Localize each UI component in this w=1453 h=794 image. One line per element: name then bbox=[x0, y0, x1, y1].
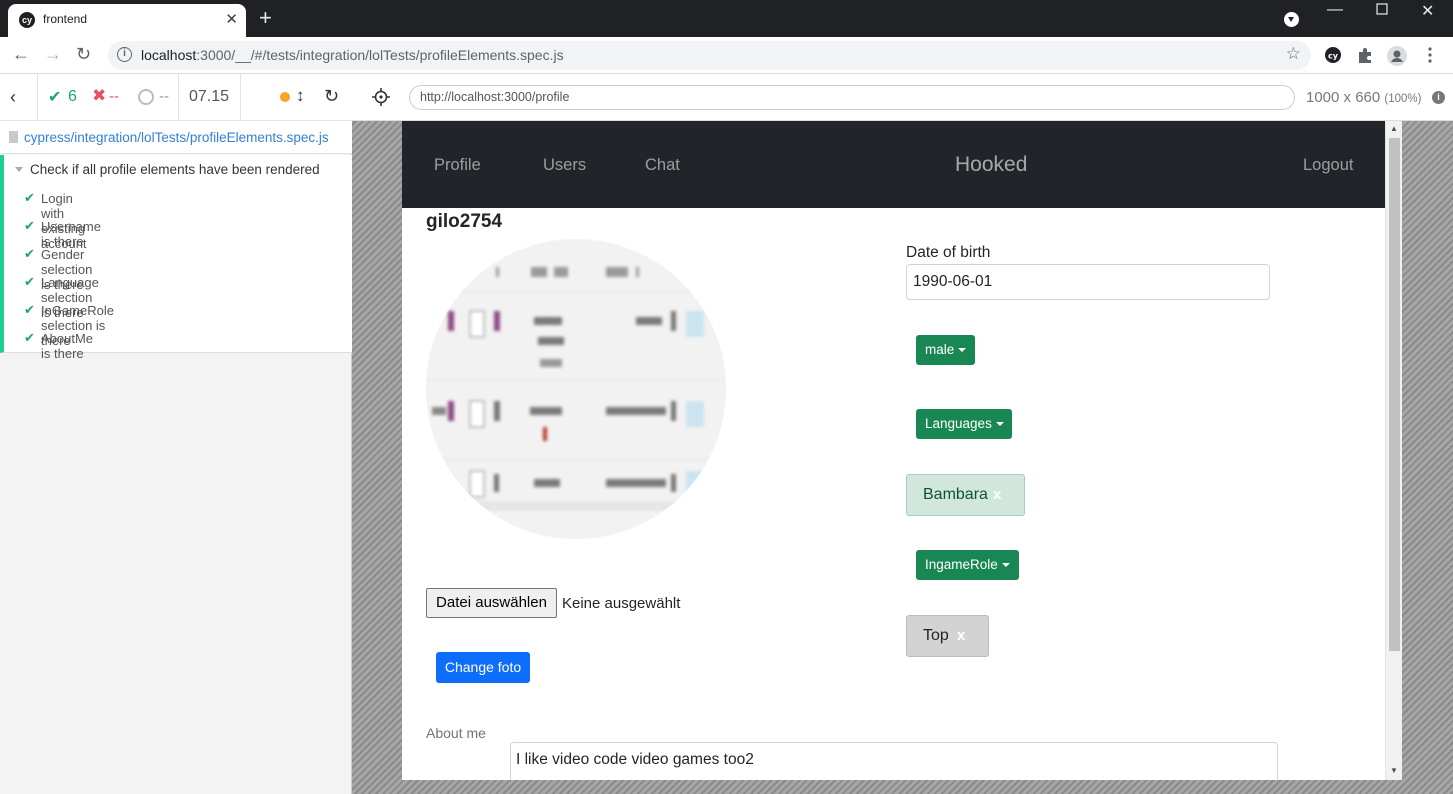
spec-path-bar: cypress/integration/lolTests/profileElem… bbox=[0, 121, 352, 154]
crosshair-icon[interactable] bbox=[372, 88, 390, 111]
check-icon: ✔ bbox=[24, 218, 35, 233]
test-label: AboutMe is there bbox=[41, 331, 94, 361]
passed-count: 6 bbox=[68, 88, 77, 105]
header-divider bbox=[178, 74, 179, 121]
cypress-favicon-icon: cy bbox=[19, 12, 35, 28]
viewport-dimensions: 1000 x 660 bbox=[1306, 89, 1381, 106]
maximize-icon[interactable] bbox=[1376, 2, 1388, 20]
auto-scroll-icon[interactable]: ↕ bbox=[296, 86, 305, 106]
runner-header: http://localhost:3000/profile 1000 x 660… bbox=[352, 74, 1453, 121]
role-chip-label: Top bbox=[923, 627, 949, 644]
username-heading: gilo2754 bbox=[426, 211, 503, 232]
choose-file-button[interactable]: Datei auswählen bbox=[426, 588, 557, 618]
address-url: localhost:3000/__/#/tests/integration/lo… bbox=[141, 47, 564, 63]
svg-text:cy: cy bbox=[1328, 52, 1339, 61]
check-icon: ✔ bbox=[48, 89, 62, 106]
app-scrollbar[interactable]: ▲ ▼ bbox=[1385, 121, 1402, 780]
cypress-reporter: ‹ ✔ 6 ✖ -- -- 07.15 ↕ ↻ cypress/integrat… bbox=[0, 74, 352, 794]
brand-title[interactable]: Hooked bbox=[955, 153, 1027, 177]
test-suite: Check if all profile elements have been … bbox=[0, 155, 352, 361]
about-me-label: About me bbox=[426, 725, 486, 741]
aut-url-field[interactable]: http://localhost:3000/profile bbox=[409, 85, 1295, 110]
language-chip: Bambara x bbox=[906, 474, 1025, 516]
check-icon: ✔ bbox=[24, 274, 35, 289]
tab-search-icon[interactable] bbox=[1284, 12, 1299, 27]
change-foto-button[interactable]: Change foto bbox=[436, 652, 530, 683]
back-icon[interactable]: ← bbox=[12, 44, 30, 65]
language-chip-label: Bambara bbox=[923, 486, 988, 503]
caret-down-icon bbox=[958, 348, 967, 353]
window-close-icon[interactable]: ✕ bbox=[1421, 1, 1434, 21]
about-me-textarea[interactable]: I like video code video games too2 bbox=[510, 742, 1278, 780]
running-dot-icon bbox=[280, 92, 290, 102]
menu-icon[interactable] bbox=[1425, 46, 1443, 64]
suite-title[interactable]: Check if all profile elements have been … bbox=[30, 162, 320, 177]
languages-dropdown[interactable]: Languages bbox=[916, 409, 1012, 439]
dob-label: Date of birth bbox=[906, 244, 991, 261]
scroll-down-icon[interactable]: ▼ bbox=[1390, 766, 1398, 775]
reporter-header: ‹ ✔ 6 ✖ -- -- 07.15 ↕ ↻ bbox=[0, 74, 352, 121]
caret-down-icon bbox=[995, 422, 1004, 427]
cypress-runner: http://localhost:3000/profile 1000 x 660… bbox=[352, 74, 1453, 794]
nav-logout-link[interactable]: Logout bbox=[1303, 156, 1353, 175]
nav-users-link[interactable]: Users bbox=[543, 156, 586, 175]
header-divider bbox=[37, 74, 38, 121]
spinner-icon bbox=[138, 89, 154, 105]
star-icon[interactable]: ☆ bbox=[1286, 44, 1301, 64]
url-host: localhost bbox=[141, 47, 197, 63]
forward-icon[interactable]: → bbox=[44, 44, 62, 65]
languages-dropdown-label: Languages bbox=[925, 416, 992, 431]
file-icon bbox=[9, 131, 18, 143]
app-navbar: Profile Users Chat Hooked Logout bbox=[402, 121, 1385, 208]
browser-tab-strip: cy frontend ✕ + — ✕ bbox=[0, 0, 1453, 37]
tab-title: frontend bbox=[43, 12, 88, 26]
file-status: Keine ausgewählt bbox=[562, 595, 681, 612]
minimize-icon[interactable]: — bbox=[1327, 1, 1343, 19]
viewport-zoom: (100%) bbox=[1384, 93, 1422, 105]
new-tab-icon[interactable]: + bbox=[259, 6, 272, 30]
dob-input[interactable]: 1990-06-01 bbox=[906, 264, 1270, 300]
scroll-up-icon[interactable]: ▲ bbox=[1390, 124, 1398, 133]
check-icon: ✔ bbox=[24, 246, 35, 261]
collapse-reporter-icon[interactable]: ‹ bbox=[10, 87, 16, 108]
address-bar[interactable]: i localhost:3000/__/#/tests/integration/… bbox=[108, 41, 1311, 70]
remove-role-icon[interactable]: x bbox=[957, 616, 965, 656]
caret-down-icon[interactable] bbox=[15, 167, 23, 172]
gender-dropdown-label: male bbox=[925, 342, 955, 357]
viewport-size[interactable]: 1000 x 660 (100%) bbox=[1306, 89, 1421, 106]
info-circle-icon[interactable]: i bbox=[1432, 91, 1445, 104]
duration: 07.15 bbox=[189, 88, 230, 105]
cypress-extension-icon[interactable]: cy bbox=[1324, 46, 1342, 64]
spec-path-link[interactable]: cypress/integration/lolTests/profileElem… bbox=[24, 130, 329, 145]
extension-icon[interactable] bbox=[1356, 46, 1374, 64]
check-icon: ✔ bbox=[24, 190, 35, 205]
reload-icon[interactable]: ↻ bbox=[76, 44, 91, 65]
account-icon[interactable] bbox=[1387, 46, 1407, 66]
tab-close-icon[interactable]: ✕ bbox=[225, 10, 238, 28]
profile-avatar bbox=[426, 239, 726, 539]
check-icon: ✔ bbox=[24, 302, 35, 317]
ingamerole-dropdown[interactable]: IngameRole bbox=[916, 550, 1019, 580]
remove-language-icon[interactable]: x bbox=[993, 475, 1001, 515]
nav-chat-link[interactable]: Chat bbox=[645, 156, 680, 175]
role-chip: Top x bbox=[906, 615, 989, 657]
pending-count: -- bbox=[159, 88, 169, 105]
scrollbar-thumb[interactable] bbox=[1389, 138, 1400, 651]
cross-icon: ✖ bbox=[92, 86, 107, 105]
header-divider bbox=[240, 74, 241, 121]
info-icon[interactable]: i bbox=[117, 47, 132, 62]
app-under-test: Profile Users Chat Hooked Logout gilo275… bbox=[402, 121, 1402, 780]
browser-tab[interactable]: cy frontend ✕ bbox=[8, 4, 246, 37]
caret-down-icon bbox=[1001, 563, 1010, 568]
url-path: :3000/__/#/tests/integration/lolTests/pr… bbox=[196, 47, 564, 63]
failed-count: -- bbox=[109, 88, 119, 105]
test-label: Username is there bbox=[41, 219, 101, 249]
gender-dropdown[interactable]: male bbox=[916, 335, 975, 365]
rerun-icon[interactable]: ↻ bbox=[324, 86, 339, 107]
aut-url-text: http://localhost:3000/profile bbox=[420, 90, 570, 104]
ingamerole-dropdown-label: IngameRole bbox=[925, 557, 998, 572]
check-icon: ✔ bbox=[24, 330, 35, 345]
nav-profile-link[interactable]: Profile bbox=[434, 156, 481, 175]
browser-toolbar: ← → ↻ i localhost:3000/__/#/tests/integr… bbox=[0, 37, 1453, 74]
